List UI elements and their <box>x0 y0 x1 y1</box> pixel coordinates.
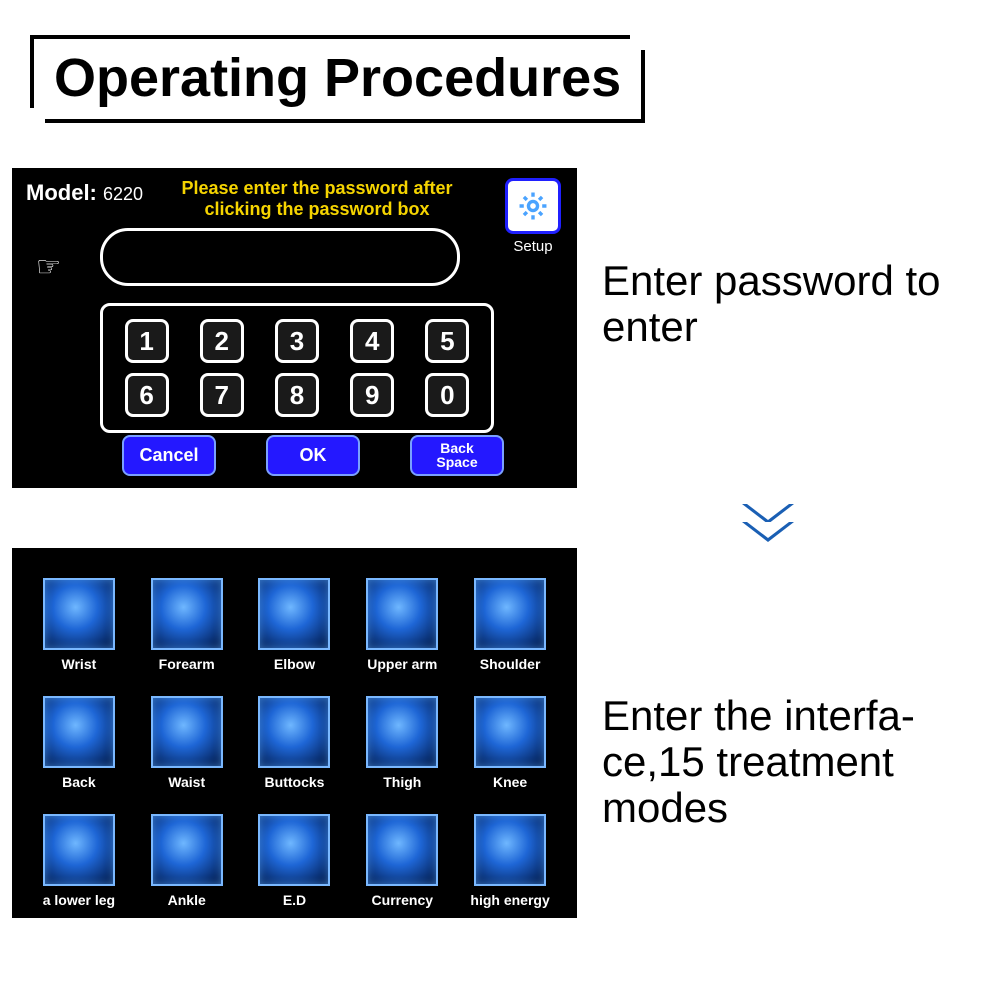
body-part-icon <box>43 814 115 886</box>
modes-grid: Wrist Forearm Elbow Upper arm Shoulder B… <box>34 578 555 908</box>
mode-lower-leg[interactable]: a lower leg <box>34 814 124 908</box>
mode-thigh[interactable]: Thigh <box>357 696 447 790</box>
mode-label: E.D <box>250 892 340 908</box>
body-part-icon <box>258 578 330 650</box>
mode-upper-arm[interactable]: Upper arm <box>357 578 447 672</box>
body-part-icon <box>151 578 223 650</box>
mode-forearm[interactable]: Forearm <box>142 578 232 672</box>
key-6[interactable]: 6 <box>125 373 169 417</box>
key-2[interactable]: 2 <box>200 319 244 363</box>
numeric-keypad: 1 2 3 4 5 6 7 8 9 0 <box>100 303 494 433</box>
password-instruction: Please enter the password after clicking… <box>162 178 472 219</box>
body-part-icon <box>151 696 223 768</box>
mode-label: Knee <box>465 774 555 790</box>
mode-wrist[interactable]: Wrist <box>34 578 124 672</box>
setup-button[interactable] <box>505 178 561 234</box>
mode-label: Waist <box>142 774 232 790</box>
page-title: Operating Procedures <box>54 47 621 109</box>
mode-label: high energy <box>465 892 555 908</box>
mode-waist[interactable]: Waist <box>142 696 232 790</box>
body-part-icon <box>474 578 546 650</box>
side-instruction-2: Enter the interfa- ce,15 treatment modes <box>602 693 992 832</box>
mode-label: Wrist <box>34 656 124 672</box>
mode-ankle[interactable]: Ankle <box>142 814 232 908</box>
setup-block: Setup <box>503 178 563 255</box>
key-5[interactable]: 5 <box>425 319 469 363</box>
mode-ed[interactable]: E.D <box>250 814 340 908</box>
body-part-icon <box>366 578 438 650</box>
ok-button[interactable]: OK <box>266 435 360 476</box>
mode-currency[interactable]: Currency <box>357 814 447 908</box>
keypad-actions: Cancel OK Back Space <box>122 435 504 476</box>
treatment-modes-screen: Wrist Forearm Elbow Upper arm Shoulder B… <box>12 548 577 918</box>
key-0[interactable]: 0 <box>425 373 469 417</box>
model-number: 6220 <box>103 184 143 204</box>
left-column: Model: 6220 Please enter the password af… <box>12 168 577 918</box>
body-part-icon <box>474 696 546 768</box>
mode-label: a lower leg <box>34 892 124 908</box>
key-7[interactable]: 7 <box>200 373 244 417</box>
body-part-icon <box>366 696 438 768</box>
password-input[interactable] <box>100 228 460 286</box>
mode-label: Forearm <box>142 656 232 672</box>
gear-icon <box>516 189 550 223</box>
mode-label: Buttocks <box>250 774 340 790</box>
page-title-banner: Operating Procedures <box>30 35 645 123</box>
body-part-icon <box>258 814 330 886</box>
side-instruction-1: Enter password to enter <box>602 258 982 350</box>
body-part-icon <box>258 696 330 768</box>
key-9[interactable]: 9 <box>350 373 394 417</box>
key-1[interactable]: 1 <box>125 319 169 363</box>
backspace-button[interactable]: Back Space <box>410 435 504 476</box>
chevron-down-icon <box>742 522 794 542</box>
model-text: Model: <box>26 180 97 205</box>
key-8[interactable]: 8 <box>275 373 319 417</box>
mode-label: Upper arm <box>357 656 447 672</box>
mode-label: Currency <box>357 892 447 908</box>
mode-back[interactable]: Back <box>34 696 124 790</box>
password-screen: Model: 6220 Please enter the password af… <box>12 168 577 488</box>
body-part-icon <box>43 578 115 650</box>
setup-label: Setup <box>503 238 563 255</box>
body-part-icon <box>151 814 223 886</box>
mode-label: Back <box>34 774 124 790</box>
flow-arrow-icon <box>742 506 794 542</box>
mode-elbow[interactable]: Elbow <box>250 578 340 672</box>
key-4[interactable]: 4 <box>350 319 394 363</box>
mode-knee[interactable]: Knee <box>465 696 555 790</box>
mode-shoulder[interactable]: Shoulder <box>465 578 555 672</box>
mode-label: Thigh <box>357 774 447 790</box>
cancel-button[interactable]: Cancel <box>122 435 216 476</box>
body-part-icon <box>43 696 115 768</box>
mode-buttocks[interactable]: Buttocks <box>250 696 340 790</box>
body-part-icon <box>474 814 546 886</box>
mode-high-energy[interactable]: high energy <box>465 814 555 908</box>
body-part-icon <box>366 814 438 886</box>
key-3[interactable]: 3 <box>275 319 319 363</box>
chevron-down-icon <box>742 504 794 524</box>
mode-label: Elbow <box>250 656 340 672</box>
mode-label: Ankle <box>142 892 232 908</box>
pointing-hand-icon: ☞ <box>36 250 61 283</box>
mode-label: Shoulder <box>465 656 555 672</box>
